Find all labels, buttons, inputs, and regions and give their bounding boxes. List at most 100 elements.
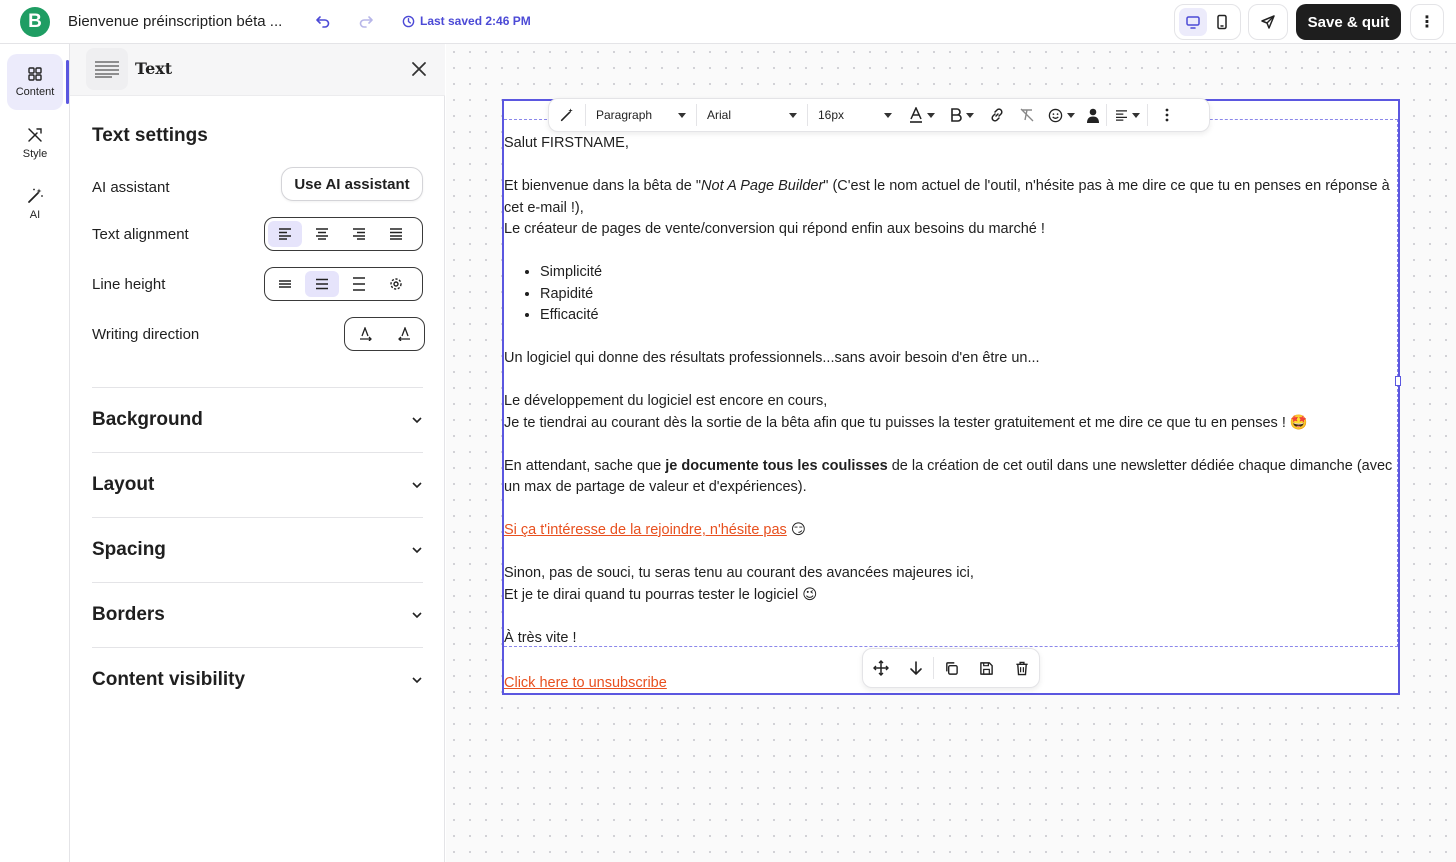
background-section-toggle[interactable]: Background (92, 406, 423, 434)
move-down-button[interactable] (898, 648, 933, 688)
writing-direction-control (344, 317, 425, 351)
greeting-line[interactable]: Salut FIRSTNAME, (504, 133, 1400, 155)
rail-item-content[interactable]: Content (7, 54, 63, 110)
feature-list: Simplicité Rapidité Efficacité (504, 262, 1400, 327)
magic-wand-icon (560, 108, 573, 122)
font-size-select[interactable]: 16px (808, 98, 902, 132)
align-right-button[interactable] (342, 221, 376, 247)
line-height-normal-button[interactable] (305, 271, 339, 297)
align-justify-icon (390, 228, 402, 240)
test-paragraph[interactable]: Et je te dirai quand tu pourras tester l… (504, 585, 1400, 607)
line-height-compact-button[interactable] (268, 271, 302, 297)
close-panel-button[interactable] (408, 58, 430, 80)
email-text-content[interactable]: Salut FIRSTNAME, Et bienvenue dans la bê… (504, 133, 1400, 649)
ai-assistant-label: AI assistant (92, 179, 170, 196)
desktop-view-button[interactable] (1179, 8, 1208, 36)
send-test-button[interactable] (1248, 4, 1288, 40)
chevron-down-icon (412, 547, 422, 554)
alignment-button[interactable] (1107, 98, 1147, 132)
app-logo[interactable]: B (20, 7, 50, 37)
spacing-section-toggle[interactable]: Spacing (92, 536, 423, 564)
delete-block-button[interactable] (1004, 648, 1039, 688)
link-button[interactable] (982, 98, 1012, 132)
rail-item-ai[interactable]: AI (7, 176, 63, 232)
rtl-direction-button[interactable] (387, 321, 421, 347)
device-toggle (1174, 4, 1241, 40)
newsletter-link-line: Si ça t'intéresse de la rejoindre, n'hés… (504, 522, 806, 538)
list-item[interactable]: Rapidité (540, 284, 1400, 306)
results-paragraph[interactable]: Un logiciel qui donne des résultats prof… (504, 348, 1400, 370)
section-divider (92, 582, 423, 583)
duplicate-icon (946, 661, 958, 675)
resize-handle[interactable] (1395, 376, 1401, 386)
top-bar: B Bienvenue préinscription béta ... Last… (0, 0, 1456, 44)
bold-button[interactable] (942, 98, 982, 132)
newsletter-link[interactable]: Si ça t'intéresse de la rejoindre, n'hés… (504, 522, 787, 538)
rail-item-label: Style (22, 148, 48, 160)
ai-rewrite-button[interactable] (549, 98, 585, 132)
list-item[interactable]: Efficacité (540, 305, 1400, 327)
line-height-compact-icon (279, 280, 291, 288)
text-alignment-label: Text alignment (92, 226, 189, 243)
clear-format-button[interactable] (1012, 98, 1042, 132)
last-saved-status: Last saved 2:46 PM (402, 14, 531, 28)
writing-direction-label: Writing direction (92, 326, 200, 343)
section-divider (92, 387, 423, 388)
move-block-button[interactable] (863, 648, 898, 688)
line-height-loose-button[interactable] (342, 271, 376, 297)
section-label: Content visibility (92, 669, 246, 690)
document-title[interactable]: Bienvenue préinscription béta ... (68, 13, 282, 30)
rail-item-label: AI (29, 209, 41, 221)
caret-down-icon (789, 112, 797, 118)
email-container[interactable]: Salut FIRSTNAME, Et bienvenue dans la bê… (502, 99, 1400, 695)
magic-wand-icon (28, 188, 43, 203)
align-justify-button[interactable] (379, 221, 413, 247)
newsletter-paragraph[interactable]: En attendant, sache que je documente tou… (504, 456, 1400, 499)
layout-section-toggle[interactable]: Layout (92, 471, 423, 499)
align-center-button[interactable] (305, 221, 339, 247)
more-options-button[interactable]: ⋮ (1410, 4, 1444, 40)
redo-icon (359, 16, 373, 28)
rail-item-style[interactable]: Style (7, 115, 63, 171)
emoji-button[interactable] (1042, 98, 1080, 132)
toolbar-more-button[interactable] (1148, 98, 1186, 132)
development-paragraph[interactable]: Le développement du logiciel est encore … (504, 391, 1400, 413)
merge-tag-button[interactable] (1080, 98, 1106, 132)
font-family-value: Arial (707, 108, 732, 122)
borders-section-toggle[interactable]: Borders (92, 601, 423, 629)
no-worries-paragraph[interactable]: Sinon, pas de souci, tu seras tenu au co… (504, 563, 1400, 585)
use-ai-assistant-button[interactable]: Use AI assistant (281, 167, 423, 201)
line-height-normal-icon (316, 278, 328, 290)
save-block-button[interactable] (969, 648, 1004, 688)
chevron-down-icon (412, 417, 422, 424)
font-family-select[interactable]: Arial (697, 98, 807, 132)
duplicate-block-button[interactable] (934, 648, 969, 688)
caret-down-icon (927, 112, 935, 118)
redo-button[interactable] (355, 11, 377, 33)
signoff-line[interactable]: À très vite ! (504, 628, 1400, 650)
last-saved-text: Last saved 2:46 PM (420, 14, 531, 28)
ltr-direction-button[interactable] (349, 321, 383, 347)
save-and-quit-button[interactable]: Save & quit (1296, 4, 1401, 40)
caret-down-icon (1131, 112, 1140, 118)
clear-format-icon (1020, 108, 1034, 122)
history-icon (402, 15, 415, 27)
unsubscribe-link[interactable]: Click here to unsubscribe (504, 675, 667, 691)
list-item[interactable]: Simplicité (540, 262, 1400, 284)
align-left-button[interactable] (268, 221, 302, 247)
line-height-loose-icon (353, 277, 365, 291)
line-height-custom-button[interactable] (379, 271, 413, 297)
arrow-down-icon (909, 661, 922, 676)
brush-icon (28, 128, 42, 142)
block-type-select[interactable]: Paragraph (586, 98, 696, 132)
beta-paragraph[interactable]: Je te tiendrai au courant dès la sortie … (504, 413, 1400, 435)
content-visibility-section-toggle[interactable]: Content visibility (92, 666, 423, 694)
tagline-paragraph[interactable]: Le créateur de pages de vente/conversion… (504, 219, 1400, 241)
intro-paragraph[interactable]: Et bienvenue dans la bêta de "Not A Page… (504, 176, 1400, 219)
undo-button[interactable] (312, 11, 334, 33)
text-color-button[interactable] (902, 98, 942, 132)
mobile-view-button[interactable] (1208, 8, 1236, 36)
